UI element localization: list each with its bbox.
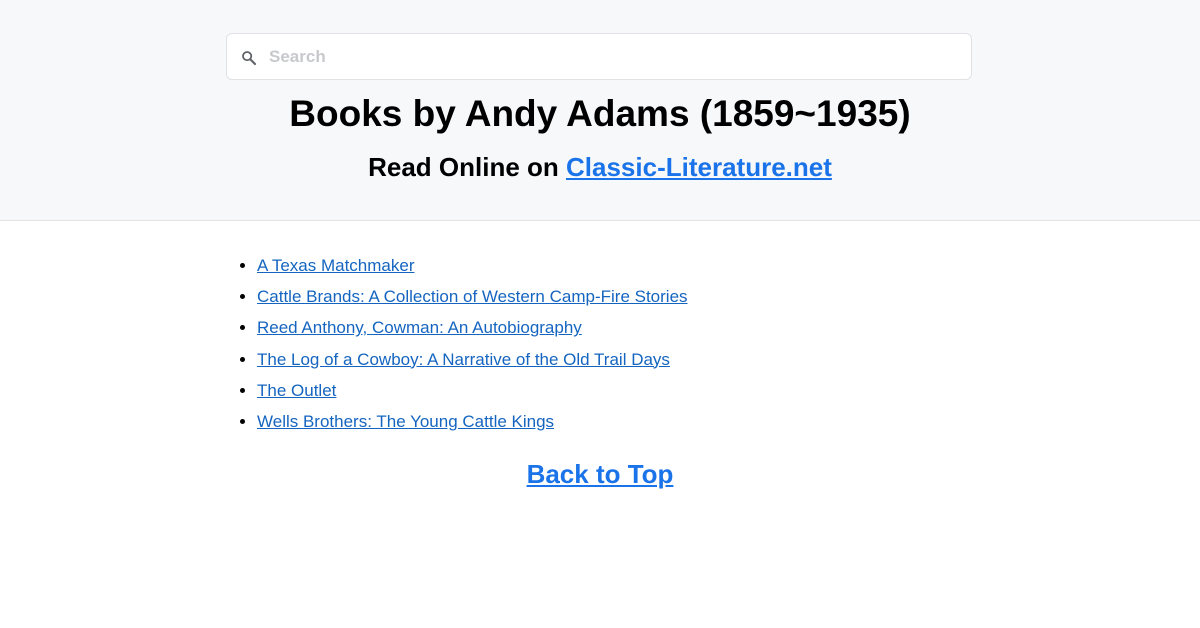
list-item: The Outlet — [257, 375, 688, 406]
book-list: A Texas Matchmaker Cattle Brands: A Coll… — [257, 250, 688, 437]
page-header: Books by Andy Adams (1859~1935) Read Onl… — [0, 0, 1200, 221]
back-to-top-container: Back to Top — [0, 457, 1200, 491]
book-link[interactable]: A Texas Matchmaker — [257, 256, 414, 275]
back-to-top-link[interactable]: Back to Top — [527, 459, 674, 489]
book-link[interactable]: Cattle Brands: A Collection of Western C… — [257, 287, 688, 306]
search-icon — [240, 49, 258, 67]
list-item: Reed Anthony, Cowman: An Autobiography — [257, 312, 688, 343]
book-link[interactable]: The Outlet — [257, 381, 336, 400]
list-item: A Texas Matchmaker — [257, 250, 688, 281]
book-link[interactable]: Reed Anthony, Cowman: An Autobiography — [257, 318, 582, 337]
list-item: Cattle Brands: A Collection of Western C… — [257, 281, 688, 312]
search-box[interactable] — [226, 33, 972, 80]
page-subtitle: Read Online on Classic-Literature.net — [0, 150, 1200, 184]
search-input[interactable] — [269, 34, 959, 79]
list-item: The Log of a Cowboy: A Narrative of the … — [257, 344, 688, 375]
book-link[interactable]: The Log of a Cowboy: A Narrative of the … — [257, 350, 670, 369]
list-item: Wells Brothers: The Young Cattle Kings — [257, 406, 688, 437]
subtitle-prefix: Read Online on — [368, 152, 567, 182]
page-title: Books by Andy Adams (1859~1935) — [289, 93, 911, 134]
site-link[interactable]: Classic-Literature.net — [566, 152, 832, 182]
book-link[interactable]: Wells Brothers: The Young Cattle Kings — [257, 412, 554, 431]
